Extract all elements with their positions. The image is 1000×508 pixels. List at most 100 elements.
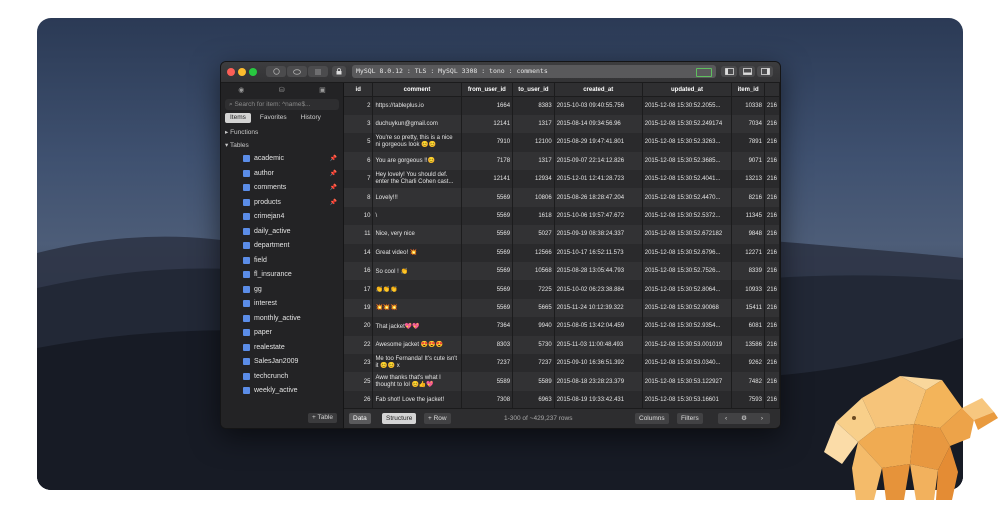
cell-item-id[interactable]: 15411 <box>731 298 765 318</box>
cell-extra[interactable]: 216 <box>764 188 780 207</box>
table-row[interactable]: 26 Fab shot! Love the jacket! 7308 6963 2015… <box>344 390 780 408</box>
cell-id[interactable]: 16 <box>344 262 374 281</box>
cell-id[interactable]: 7 <box>344 170 374 189</box>
cell-comment[interactable]: 👏👏👏 <box>372 280 462 299</box>
cell-to-user-id[interactable]: 1618 <box>512 206 555 226</box>
sidebar-search-input[interactable]: ⌕ Search for item: ^name$... <box>225 99 339 110</box>
cell-extra[interactable]: 216 <box>764 96 780 115</box>
cell-from-user-id[interactable]: 7910 <box>461 133 514 152</box>
cell-id[interactable]: 11 <box>344 225 374 244</box>
cell-extra[interactable]: 216 <box>764 225 780 244</box>
cell-id[interactable]: 2 <box>344 96 374 115</box>
sidebar-table-products[interactable]: products 📌 <box>221 196 343 211</box>
cell-updated-at[interactable]: 2015-12-08 15:30:53.122927 <box>642 372 733 391</box>
cell-to-user-id[interactable]: 5589 <box>512 372 555 391</box>
sql-icon[interactable]: ▣ <box>319 86 326 94</box>
cell-to-user-id[interactable]: 9940 <box>512 317 555 336</box>
cell-to-user-id[interactable]: 5665 <box>512 298 555 318</box>
cell-created-at[interactable]: 2015-09-10 16:36:51.392 <box>554 353 643 373</box>
cell-id[interactable]: 25 <box>344 372 374 391</box>
connection-status-icon[interactable] <box>266 66 286 77</box>
cell-comment[interactable]: Nice, very nice <box>372 225 462 244</box>
add-row-button[interactable]: + Row <box>424 413 451 424</box>
cell-id[interactable]: 5 <box>344 133 374 152</box>
cell-extra[interactable]: 216 <box>764 298 780 318</box>
cell-extra[interactable]: 216 <box>764 170 780 189</box>
cell-id[interactable]: 6 <box>344 151 374 171</box>
cell-comment[interactable]: You are gorgeous !!😊 <box>372 151 462 171</box>
table-row[interactable]: 20 That jacket💖💖 7364 9940 2015-08-05 13:42:… <box>344 317 780 336</box>
cell-created-at[interactable]: 2015-12-01 12:41:28.723 <box>554 170 643 189</box>
tables-group[interactable]: ▾ Tables <box>221 139 343 152</box>
cell-from-user-id[interactable]: 1664 <box>461 96 514 115</box>
cell-item-id[interactable]: 13213 <box>731 170 765 189</box>
cell-id[interactable]: 17 <box>344 280 374 299</box>
cell-item-id[interactable]: 12271 <box>731 243 765 263</box>
cell-created-at[interactable]: 2015-10-06 19:57:47.672 <box>554 206 643 226</box>
lock-icon[interactable] <box>332 66 346 77</box>
sidebar-table-interest[interactable]: interest <box>221 297 343 312</box>
cell-created-at[interactable]: 2015-10-02 06:23:38.884 <box>554 280 643 299</box>
cell-extra[interactable]: 216 <box>764 335 780 354</box>
cell-extra[interactable]: 216 <box>764 133 780 152</box>
toggle-right-panel-icon[interactable] <box>757 66 773 77</box>
cell-extra[interactable]: 216 <box>764 151 780 171</box>
table-row[interactable]: 5 You're so pretty, this is a nice ni gor… <box>344 133 780 152</box>
sidebar-table-gg[interactable]: gg <box>221 283 343 298</box>
column-header-created-at[interactable]: created_at <box>554 83 643 97</box>
cell-extra[interactable]: 216 <box>764 243 780 263</box>
table-row[interactable]: 7 Hey lovely! You should def. enter the C… <box>344 170 780 189</box>
cell-comment[interactable]: duchuykun@gmail.com <box>372 114 462 134</box>
cell-extra[interactable]: 216 <box>764 372 780 391</box>
cell-to-user-id[interactable]: 8383 <box>512 96 555 115</box>
table-row[interactable]: 6 You are gorgeous !!😊 7178 1317 2015-09-07 … <box>344 151 780 171</box>
cell-id[interactable]: 22 <box>344 335 374 354</box>
cell-to-user-id[interactable]: 10806 <box>512 188 555 207</box>
table-row[interactable]: 14 Great video! 💥 5569 12566 2015-10-17 16:5… <box>344 243 780 263</box>
database-icon[interactable]: ⛁ <box>279 86 285 94</box>
column-header-from-user-id[interactable]: from_user_id <box>461 83 514 97</box>
cell-item-id[interactable]: 9848 <box>731 225 765 244</box>
cell-to-user-id[interactable]: 6963 <box>512 390 555 408</box>
cell-created-at[interactable]: 2015-11-03 11:00:48.493 <box>554 335 643 354</box>
pin-icon[interactable]: 📌 <box>330 167 337 182</box>
column-header-item-id[interactable]: item_id <box>731 83 765 97</box>
cell-from-user-id[interactable]: 5569 <box>461 206 514 226</box>
sidebar-table-academic[interactable]: academic 📌 <box>221 152 343 167</box>
cell-from-user-id[interactable]: 5569 <box>461 262 514 281</box>
cell-updated-at[interactable]: 2015-12-08 15:30:52.3263... <box>642 133 733 152</box>
toggle-console-icon[interactable] <box>739 66 755 77</box>
cell-comment[interactable]: So cool ! 👏 <box>372 262 462 281</box>
filters-button[interactable]: Filters <box>677 413 703 424</box>
cell-comment[interactable]: \ <box>372 206 462 226</box>
tab-favorites[interactable]: Favorites <box>255 113 292 123</box>
cell-updated-at[interactable]: 2015-12-08 15:30:52.4041... <box>642 170 733 189</box>
cell-created-at[interactable]: 2015-08-18 23:28:23.379 <box>554 372 643 391</box>
cell-created-at[interactable]: 2015-08-19 19:33:42.431 <box>554 390 643 408</box>
settings-gear-icon[interactable]: ⚙ <box>741 413 747 424</box>
minimize-window-button[interactable] <box>238 68 246 76</box>
cell-item-id[interactable]: 6081 <box>731 317 765 336</box>
cell-comment[interactable]: Awesome jacket 😍😍😍 <box>372 335 462 354</box>
structure-tab-button[interactable]: Structure <box>382 413 417 424</box>
cell-comment[interactable]: Aww thanks that's what I thought to lol … <box>372 372 462 391</box>
cell-to-user-id[interactable]: 5730 <box>512 335 555 354</box>
sql-editor-icon[interactable] <box>308 66 328 77</box>
table-row[interactable]: 10 \ 5569 1618 2015-10-06 19:57:47.672 2015-1… <box>344 206 780 226</box>
cell-comment[interactable]: Great video! 💥 <box>372 243 462 263</box>
cell-item-id[interactable]: 9071 <box>731 151 765 171</box>
table-row[interactable]: 2 https://tableplus.io 1664 8383 2015-10-03 … <box>344 96 780 115</box>
cell-updated-at[interactable]: 2015-12-08 15:30:52.9354... <box>642 317 733 336</box>
cell-item-id[interactable]: 9262 <box>731 353 765 373</box>
toggle-left-panel-icon[interactable] <box>721 66 737 77</box>
cell-created-at[interactable]: 2015-08-05 13:42:04.459 <box>554 317 643 336</box>
functions-group[interactable]: ▸ Functions <box>221 126 343 139</box>
cell-item-id[interactable]: 10933 <box>731 280 765 299</box>
cell-item-id[interactable]: 7034 <box>731 114 765 134</box>
table-row[interactable]: 11 Nice, very nice 5569 5027 2015-09-19 08:3… <box>344 225 780 244</box>
cell-to-user-id[interactable]: 12100 <box>512 133 555 152</box>
cell-from-user-id[interactable]: 12141 <box>461 114 514 134</box>
sidebar-table-field[interactable]: field <box>221 254 343 269</box>
add-table-button[interactable]: + Table <box>307 413 337 423</box>
columns-button[interactable]: Columns <box>635 413 669 424</box>
